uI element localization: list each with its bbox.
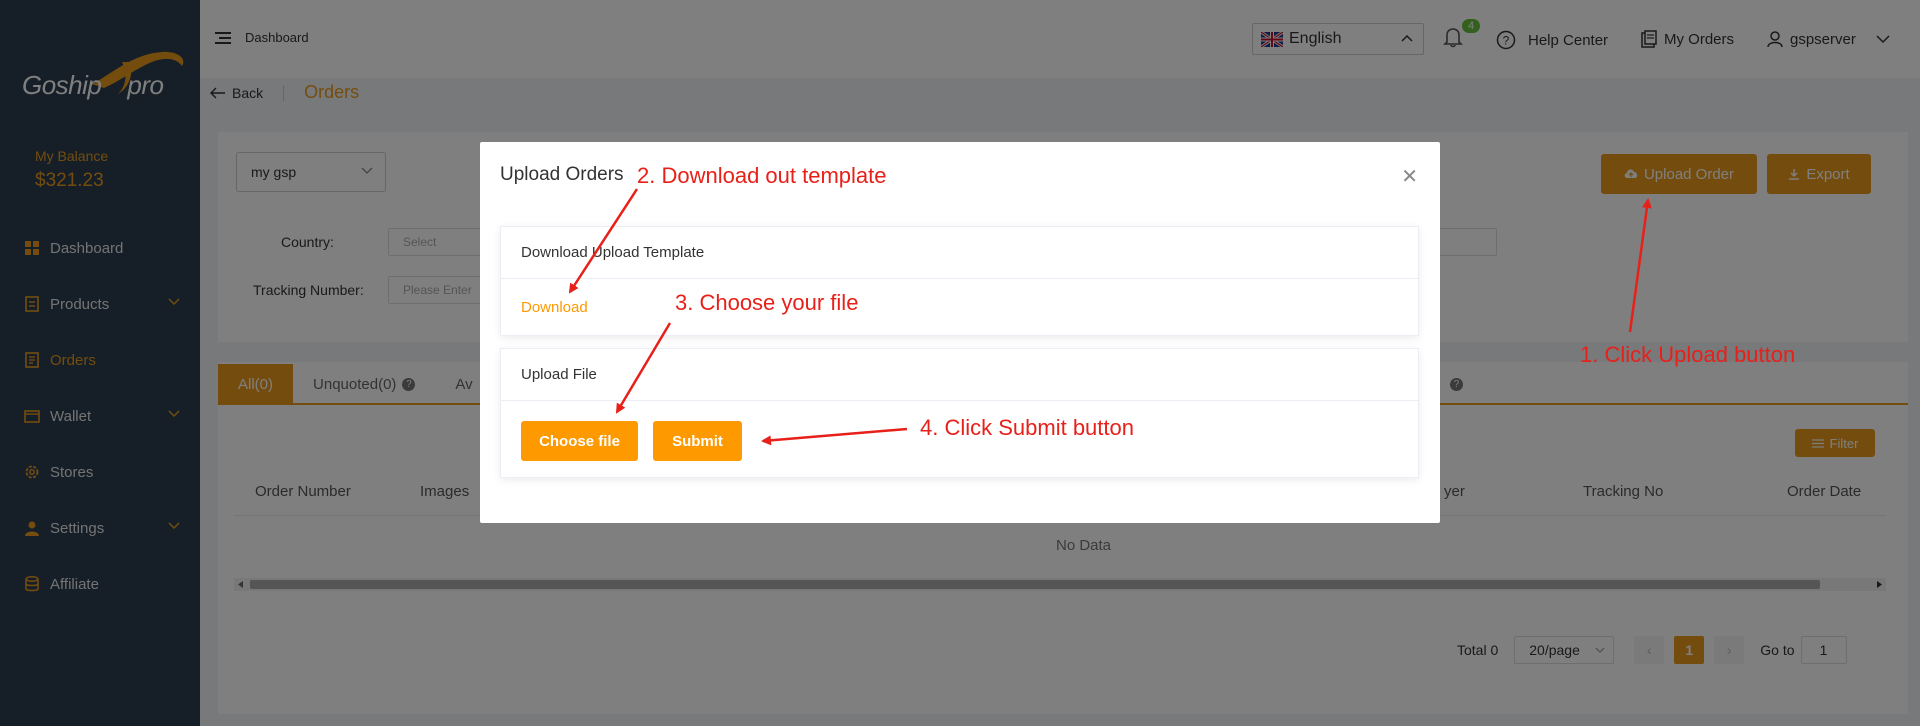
modal-title: Upload Orders	[500, 164, 624, 185]
submit-button[interactable]: Submit	[653, 421, 742, 461]
annotation-step-1: 1. Click Upload button	[1580, 342, 1796, 367]
upload-panel: Upload File Choose file Submit	[500, 348, 1419, 478]
download-template-link[interactable]: Download	[521, 299, 588, 316]
annotation-step-3: 3. Choose your file	[675, 290, 859, 315]
template-panel-header: Download Upload Template	[501, 227, 1418, 279]
close-icon[interactable]: ✕	[1401, 164, 1418, 189]
choose-file-button[interactable]: Choose file	[521, 421, 638, 461]
annotation-step-2: 2. Download out template	[637, 163, 887, 188]
template-panel: Download Upload Template Download	[500, 226, 1419, 336]
upload-panel-header: Upload File	[501, 349, 1418, 401]
annotation-step-4: 4. Click Submit button	[920, 415, 1134, 440]
upload-orders-modal: Upload Orders ✕ Download Upload Template…	[480, 142, 1440, 523]
